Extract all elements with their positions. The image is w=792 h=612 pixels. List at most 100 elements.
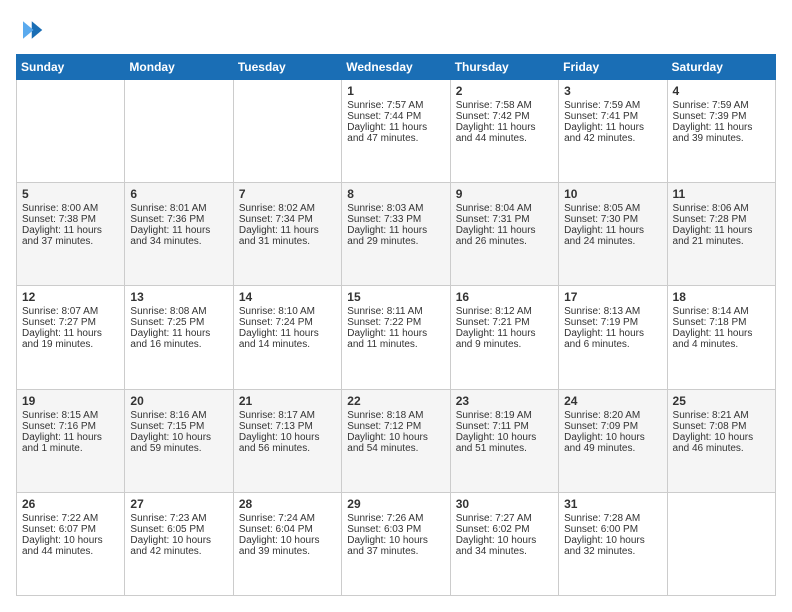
day-info: Sunrise: 8:19 AM: [456, 410, 553, 421]
day-info: Sunrise: 7:24 AM: [239, 513, 336, 524]
calendar-cell: 29Sunrise: 7:26 AMSunset: 6:03 PMDayligh…: [342, 492, 450, 595]
day-number: 23: [456, 394, 553, 408]
day-info: Sunset: 6:00 PM: [564, 524, 661, 535]
weekday-header-row: SundayMondayTuesdayWednesdayThursdayFrid…: [17, 55, 776, 80]
day-info: Sunset: 7:41 PM: [564, 111, 661, 122]
week-row-1: 1Sunrise: 7:57 AMSunset: 7:44 PMDaylight…: [17, 80, 776, 183]
day-number: 15: [347, 290, 444, 304]
day-number: 12: [22, 290, 119, 304]
day-info: Sunset: 7:36 PM: [130, 214, 227, 225]
day-info: Sunrise: 7:22 AM: [22, 513, 119, 524]
day-info: Sunset: 6:03 PM: [347, 524, 444, 535]
day-info: Sunset: 7:24 PM: [239, 317, 336, 328]
calendar-cell: 21Sunrise: 8:17 AMSunset: 7:13 PMDayligh…: [233, 389, 341, 492]
day-number: 3: [564, 84, 661, 98]
day-info: Sunset: 7:31 PM: [456, 214, 553, 225]
day-info: Sunset: 7:11 PM: [456, 421, 553, 432]
day-info: Daylight: 11 hours and 11 minutes.: [347, 328, 444, 350]
day-number: 26: [22, 497, 119, 511]
day-info: Sunrise: 8:16 AM: [130, 410, 227, 421]
calendar-cell: 23 Sunrise: 8:19 AMSunset: 7:11 PMDayligh…: [450, 389, 558, 492]
day-info: Daylight: 11 hours and 26 minutes.: [456, 225, 553, 247]
day-info: Sunrise: 8:03 AM: [347, 203, 444, 214]
calendar-cell: 27Sunrise: 7:23 AMSunset: 6:05 PMDayligh…: [125, 492, 233, 595]
day-info: Sunset: 7:18 PM: [673, 317, 770, 328]
day-info: Daylight: 11 hours and 47 minutes.: [347, 122, 444, 144]
calendar-cell: 2Sunrise: 7:58 AMSunset: 7:42 PMDaylight…: [450, 80, 558, 183]
day-number: 1: [347, 84, 444, 98]
day-info: Daylight: 11 hours and 37 minutes.: [22, 225, 119, 247]
day-info: Daylight: 11 hours and 39 minutes.: [673, 122, 770, 144]
day-info: Sunrise: 7:23 AM: [130, 513, 227, 524]
day-number: 8: [347, 187, 444, 201]
day-info: Sunrise: 7:28 AM: [564, 513, 661, 524]
calendar-cell: [125, 80, 233, 183]
day-info: Sunrise: 7:59 AM: [564, 100, 661, 111]
day-info: Daylight: 11 hours and 1 minute.: [22, 432, 119, 454]
day-info: Daylight: 11 hours and 24 minutes.: [564, 225, 661, 247]
day-info: Sunrise: 7:59 AM: [673, 100, 770, 111]
day-info: Daylight: 10 hours and 56 minutes.: [239, 432, 336, 454]
day-info: Daylight: 10 hours and 39 minutes.: [239, 535, 336, 557]
day-info: Sunset: 7:08 PM: [673, 421, 770, 432]
day-info: Daylight: 10 hours and 37 minutes.: [347, 535, 444, 557]
page: SundayMondayTuesdayWednesdayThursdayFrid…: [0, 0, 792, 612]
day-info: Sunset: 6:02 PM: [456, 524, 553, 535]
header: [16, 16, 776, 44]
calendar-cell: [667, 492, 775, 595]
day-number: 24: [564, 394, 661, 408]
day-info: Sunrise: 8:14 AM: [673, 306, 770, 317]
weekday-tuesday: Tuesday: [233, 55, 341, 80]
day-info: Sunrise: 8:20 AM: [564, 410, 661, 421]
day-info: Sunset: 7:42 PM: [456, 111, 553, 122]
day-number: 19: [22, 394, 119, 408]
day-info: Daylight: 11 hours and 19 minutes.: [22, 328, 119, 350]
calendar-cell: 3 Sunrise: 7:59 AMSunset: 7:41 PMDaylight…: [559, 80, 667, 183]
day-info: Daylight: 11 hours and 4 minutes.: [673, 328, 770, 350]
day-number: 17: [564, 290, 661, 304]
calendar-cell: 1Sunrise: 7:57 AMSunset: 7:44 PMDaylight…: [342, 80, 450, 183]
week-row-2: 5Sunrise: 8:00 AMSunset: 7:38 PMDaylight…: [17, 183, 776, 286]
day-info: Daylight: 11 hours and 6 minutes.: [564, 328, 661, 350]
day-number: 21: [239, 394, 336, 408]
day-info: Daylight: 10 hours and 51 minutes.: [456, 432, 553, 454]
calendar-cell: 20Sunrise: 8:16 AMSunset: 7:15 PMDayligh…: [125, 389, 233, 492]
calendar-cell: 19Sunrise: 8:15 AMSunset: 7:16 PMDayligh…: [17, 389, 125, 492]
day-info: Sunset: 7:13 PM: [239, 421, 336, 432]
calendar-cell: 24Sunrise: 8:20 AMSunset: 7:09 PMDayligh…: [559, 389, 667, 492]
day-info: Daylight: 10 hours and 54 minutes.: [347, 432, 444, 454]
day-info: Sunrise: 8:06 AM: [673, 203, 770, 214]
day-info: Daylight: 11 hours and 42 minutes.: [564, 122, 661, 144]
calendar-cell: 15Sunrise: 8:11 AMSunset: 7:22 PMDayligh…: [342, 286, 450, 389]
day-info: Sunset: 7:22 PM: [347, 317, 444, 328]
day-info: Sunset: 7:38 PM: [22, 214, 119, 225]
day-info: Sunrise: 8:01 AM: [130, 203, 227, 214]
day-number: 11: [673, 187, 770, 201]
day-info: Sunset: 7:27 PM: [22, 317, 119, 328]
calendar-cell: 18 Sunrise: 8:14 AMSunset: 7:18 PMDayligh…: [667, 286, 775, 389]
day-info: Sunset: 7:16 PM: [22, 421, 119, 432]
day-info: Daylight: 10 hours and 46 minutes.: [673, 432, 770, 454]
day-info: Sunrise: 8:00 AM: [22, 203, 119, 214]
day-number: 25: [673, 394, 770, 408]
day-info: Sunset: 7:34 PM: [239, 214, 336, 225]
day-info: Sunset: 6:07 PM: [22, 524, 119, 535]
day-number: 2: [456, 84, 553, 98]
day-info: Sunrise: 8:10 AM: [239, 306, 336, 317]
calendar-cell: 11Sunrise: 8:06 AMSunset: 7:28 PMDayligh…: [667, 183, 775, 286]
day-info: Sunrise: 8:13 AM: [564, 306, 661, 317]
calendar-cell: 9Sunrise: 8:04 AMSunset: 7:31 PMDaylight…: [450, 183, 558, 286]
day-number: 18: [673, 290, 770, 304]
weekday-monday: Monday: [125, 55, 233, 80]
day-info: Daylight: 10 hours and 32 minutes.: [564, 535, 661, 557]
day-info: Sunrise: 8:12 AM: [456, 306, 553, 317]
day-number: 31: [564, 497, 661, 511]
day-info: Daylight: 11 hours and 9 minutes.: [456, 328, 553, 350]
day-info: Daylight: 11 hours and 21 minutes.: [673, 225, 770, 247]
calendar-cell: [17, 80, 125, 183]
day-info: Sunset: 7:19 PM: [564, 317, 661, 328]
day-info: Sunset: 7:33 PM: [347, 214, 444, 225]
day-info: Sunrise: 8:02 AM: [239, 203, 336, 214]
calendar-table: SundayMondayTuesdayWednesdayThursdayFrid…: [16, 54, 776, 596]
logo: [16, 16, 48, 44]
